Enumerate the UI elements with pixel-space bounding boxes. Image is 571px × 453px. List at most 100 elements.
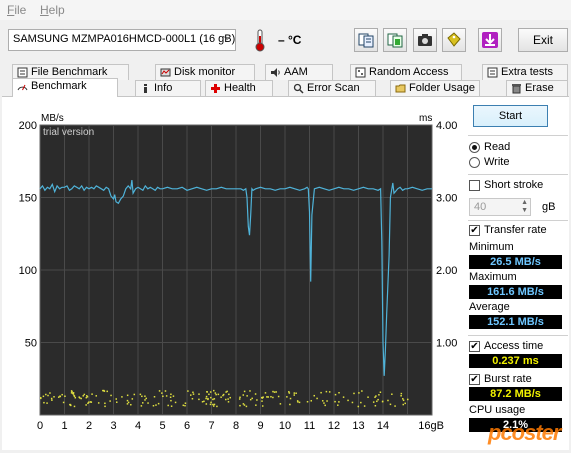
access-time-point	[381, 400, 384, 403]
access-time-point	[254, 393, 257, 395]
access-time-point	[360, 401, 362, 404]
access-time-point	[324, 404, 326, 407]
tab-extra-tests[interactable]: Extra tests	[482, 64, 568, 80]
x-tick-label: 13	[352, 420, 364, 432]
start-button[interactable]: Start	[473, 105, 548, 127]
access-time-point	[293, 392, 296, 394]
access-time-point	[139, 393, 142, 396]
access-time-point	[323, 402, 325, 404]
copy-info-button[interactable]	[383, 28, 407, 52]
menu-help[interactable]: Help	[40, 3, 65, 17]
maximum-label: Maximum	[469, 271, 517, 283]
tab-benchmark[interactable]: Benchmark	[12, 78, 118, 97]
access-time-point	[203, 400, 205, 403]
access-time-point	[165, 395, 168, 397]
access-time-point	[225, 391, 227, 393]
tab-error-scan[interactable]: Error Scan	[288, 80, 376, 96]
x-tick-label: 12	[328, 420, 340, 432]
access-time-point	[109, 400, 111, 402]
access-time-point	[246, 395, 248, 397]
access-time-point	[222, 394, 224, 397]
burst-rate-checkbox[interactable]: ✔	[469, 374, 480, 385]
access-time-point	[372, 401, 375, 403]
transfer-rate-checkbox[interactable]: ✔	[469, 225, 480, 236]
tab-random-access[interactable]: Random Access	[350, 64, 462, 80]
access-time-point	[229, 396, 231, 399]
access-time-point	[334, 393, 337, 396]
access-time-point	[130, 403, 132, 406]
access-time-point	[227, 398, 229, 400]
access-time-point	[72, 392, 75, 394]
access-time-point	[83, 393, 86, 396]
drive-select-value: SAMSUNG MZMPA016HMCD-000L1 (16 gB)	[13, 33, 236, 45]
access-time-point	[249, 390, 251, 392]
access-time-point	[127, 401, 130, 404]
download-save-icon	[482, 32, 498, 48]
access-time-point	[288, 392, 291, 394]
tab-erase[interactable]: Erase	[506, 80, 568, 96]
save-button[interactable]	[478, 28, 502, 52]
access-time-point	[64, 395, 66, 398]
access-time-point	[377, 398, 379, 401]
access-time-point	[275, 391, 277, 393]
tab-health[interactable]: Health	[205, 80, 273, 96]
access-time-point	[227, 401, 230, 403]
access-time-point	[142, 402, 144, 404]
access-time-point	[187, 390, 189, 392]
x-tick-label: 16gB	[418, 420, 444, 432]
tab-info[interactable]: Info	[135, 80, 201, 96]
speaker-icon	[271, 68, 280, 77]
menu-help-accelerator: H	[40, 3, 49, 17]
short-stroke-spinner[interactable]: 40 ▲ ▼	[469, 198, 531, 216]
tag-icon	[447, 32, 461, 47]
trial-version-watermark: trial version	[43, 127, 94, 138]
x-tick-label: 6	[184, 420, 190, 432]
access-time-point	[126, 403, 129, 405]
access-time-point	[351, 401, 354, 404]
tab-disk-monitor[interactable]: Disk monitor	[155, 64, 255, 80]
random-access-icon	[355, 67, 366, 78]
access-time-point	[286, 396, 288, 398]
access-time-point	[206, 391, 208, 393]
copy-text-button[interactable]	[354, 28, 378, 52]
access-time-point	[264, 392, 267, 394]
folder-icon	[395, 84, 406, 93]
access-time-checkbox[interactable]: ✔	[469, 341, 480, 352]
access-time-point	[363, 405, 366, 407]
access-time-point	[306, 400, 309, 403]
average-value: 152.1 MB/s	[469, 315, 562, 329]
tab-aam[interactable]: AAM	[265, 64, 333, 80]
health-options-button[interactable]	[442, 28, 466, 52]
access-time-point	[205, 397, 207, 400]
access-time-point	[104, 402, 106, 405]
access-time-point	[170, 393, 172, 396]
access-time-point	[49, 392, 51, 394]
access-time-point	[86, 395, 88, 397]
spinner-arrows-icon[interactable]: ▲ ▼	[521, 199, 528, 215]
access-time-point	[239, 404, 241, 407]
access-time-point	[387, 399, 389, 402]
access-time-point	[261, 405, 264, 407]
read-radio[interactable]	[469, 142, 480, 153]
tab-folder-usage[interactable]: Folder Usage	[390, 80, 480, 96]
access-time-point	[267, 396, 269, 398]
access-time-point	[161, 392, 163, 394]
access-time-point	[184, 402, 187, 404]
access-time-point	[170, 399, 172, 402]
screenshot-button[interactable]	[413, 28, 437, 52]
access-time-point	[170, 405, 173, 407]
x-tick-label: 1	[61, 420, 67, 432]
exit-button[interactable]: Exit	[518, 28, 568, 52]
short-stroke-checkbox[interactable]	[469, 180, 480, 191]
access-time-point	[342, 396, 345, 398]
minimum-value: 26.5 MB/s	[469, 255, 562, 269]
y-right-axis-label: ms	[419, 113, 432, 124]
write-radio[interactable]	[469, 157, 480, 168]
access-time-point	[88, 401, 90, 403]
access-time-point	[184, 404, 186, 407]
menu-file[interactable]: File	[7, 3, 26, 17]
access-time-point	[238, 398, 241, 400]
drive-select[interactable]: SAMSUNG MZMPA016HMCD-000L1 (16 gB) ⌵	[8, 29, 236, 51]
access-time-point	[242, 394, 245, 396]
short-stroke-label: Short stroke	[484, 179, 544, 191]
